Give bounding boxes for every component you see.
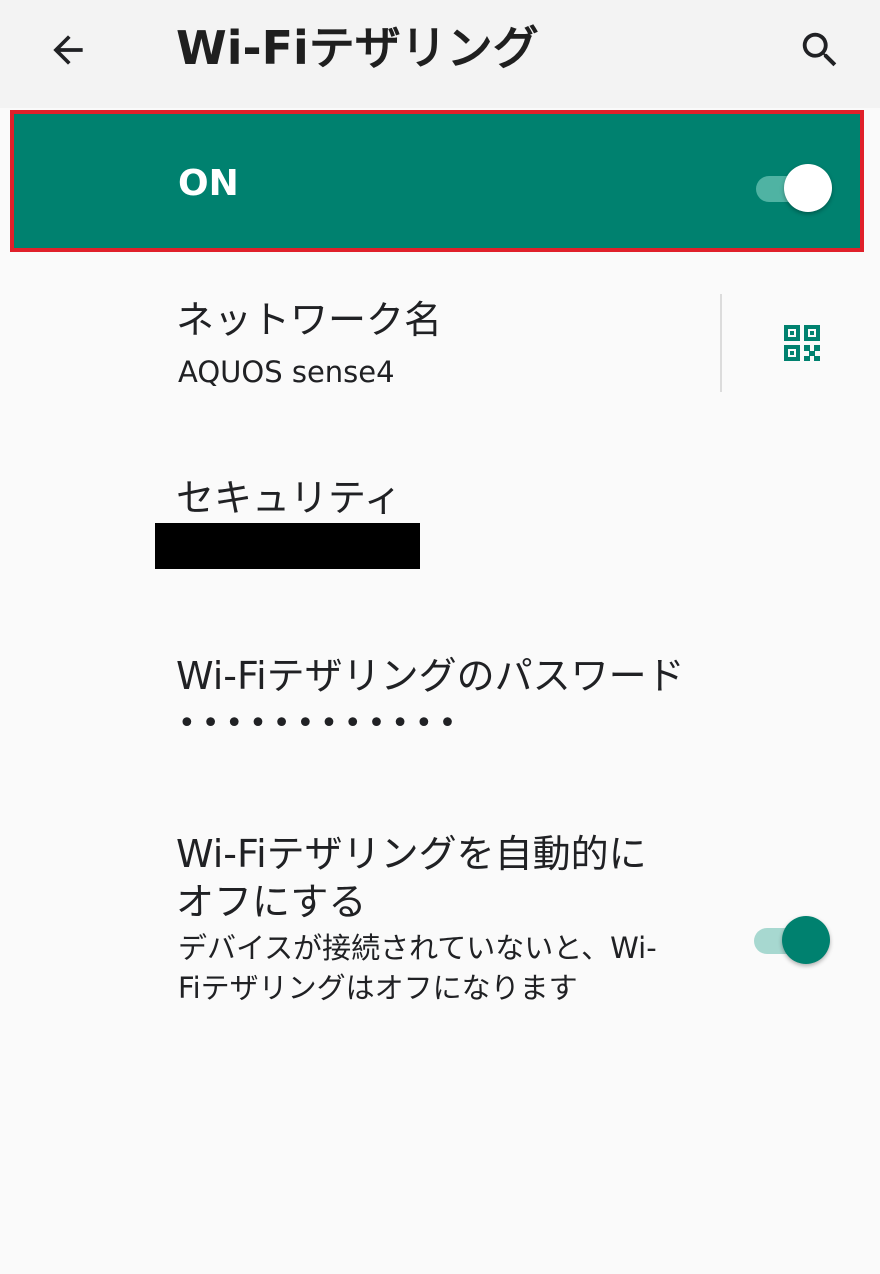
master-switch-label: ON <box>178 163 239 204</box>
page-title: Wi-Fiテザリング <box>176 21 539 75</box>
search-icon <box>802 32 837 67</box>
back-button[interactable] <box>36 22 100 78</box>
master-toggle-switch[interactable] <box>756 164 834 212</box>
master-switch-bar[interactable]: ON <box>10 110 864 252</box>
redacted-security-value <box>155 523 420 569</box>
security-preference[interactable] <box>0 460 880 580</box>
network-name-title: ネットワーク名 <box>176 298 443 342</box>
auto-off-title: Wi-Fiテザリングを自動的にオフにする <box>176 832 647 924</box>
network-name-value: AQUOS sense4 <box>178 355 395 389</box>
share-qr-button[interactable] <box>768 312 836 374</box>
vertical-divider <box>720 294 722 392</box>
switch-thumb <box>784 164 832 212</box>
auto-off-toggle-switch[interactable] <box>754 916 832 964</box>
auto-off-summary: デバイスが接続されていないと、Wi-Fiテザリングはオフになります <box>178 931 657 1005</box>
search-button[interactable] <box>788 20 852 80</box>
password-masked-value: •••••••••••• <box>178 706 463 741</box>
security-title: セキュリティ <box>176 476 402 520</box>
qr-code-icon <box>784 325 820 361</box>
switch-thumb <box>782 916 830 964</box>
password-title: Wi-Fiテザリングのパスワード <box>176 654 685 698</box>
arrow-back-icon <box>53 35 83 65</box>
app-bar: Wi-Fiテザリング <box>0 0 880 108</box>
